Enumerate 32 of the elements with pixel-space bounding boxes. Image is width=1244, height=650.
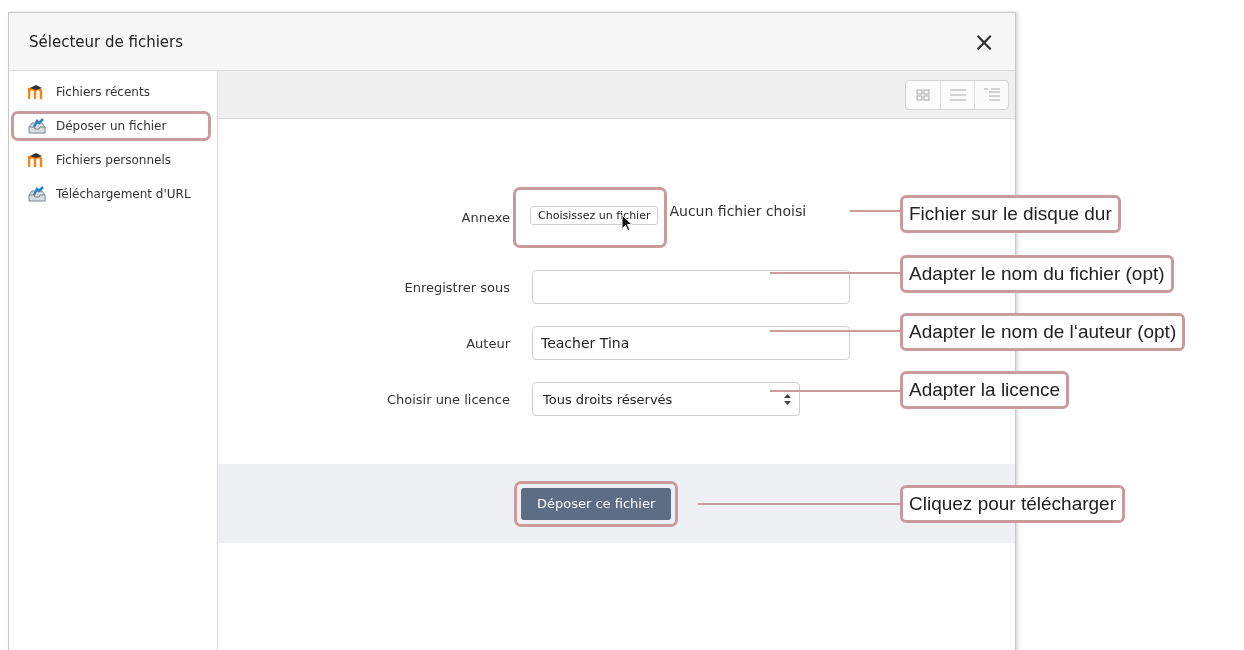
annotation-callout: Adapter le nom de l‘auteur (opt) (900, 313, 1186, 351)
field-label: Enregistrer sous (404, 279, 510, 295)
annotation-callout: Adapter la licence (900, 371, 1070, 409)
annotation-callout: Adapter le nom du fichier (opt) (900, 255, 1174, 293)
grid-icon (916, 88, 930, 101)
field-label: Choisir une licence (386, 391, 510, 407)
field-label: Auteur (466, 335, 510, 351)
sidebar-item[interactable]: Fichiers personnels (11, 145, 211, 175)
sidebar-item[interactable]: Fichiers récents (11, 77, 211, 107)
annotation-callout: Fichier sur le disque dur (900, 195, 1121, 233)
sidebar-item-label: Fichiers récents (56, 85, 150, 99)
license-select[interactable]: Tous droits réservés (532, 382, 800, 416)
tree-list-icon (983, 88, 1000, 101)
sidebar-item[interactable]: Téléchargement d'URL (11, 179, 211, 209)
sidebar-item-label: Téléchargement d'URL (56, 187, 191, 201)
updown-arrows-icon (784, 393, 791, 405)
close-button[interactable]: × (973, 28, 995, 55)
field-label: Annexe (461, 210, 510, 225)
upload-tray-icon (28, 118, 46, 134)
annotation-callout: Cliquez pour télécharger (900, 485, 1125, 523)
leader-line (850, 210, 900, 212)
dialog-title: Sélecteur de fichiers (29, 32, 184, 51)
sidebar-item[interactable]: Déposer un fichier (11, 111, 211, 141)
choose-file-button[interactable]: Choisissez un fichier (530, 206, 659, 225)
file-status-text: Aucun fichier choisi (669, 202, 807, 219)
text-input[interactable]: Teacher Tina (532, 326, 850, 360)
sidebar-item-label: Déposer un fichier (56, 119, 167, 133)
upload-button[interactable]: Déposer ce fichier (521, 487, 672, 520)
sidebar-item-label: Fichiers personnels (56, 153, 171, 167)
upload-tray-icon (28, 186, 46, 202)
list-icon (949, 88, 966, 101)
text-input[interactable] (532, 270, 850, 304)
